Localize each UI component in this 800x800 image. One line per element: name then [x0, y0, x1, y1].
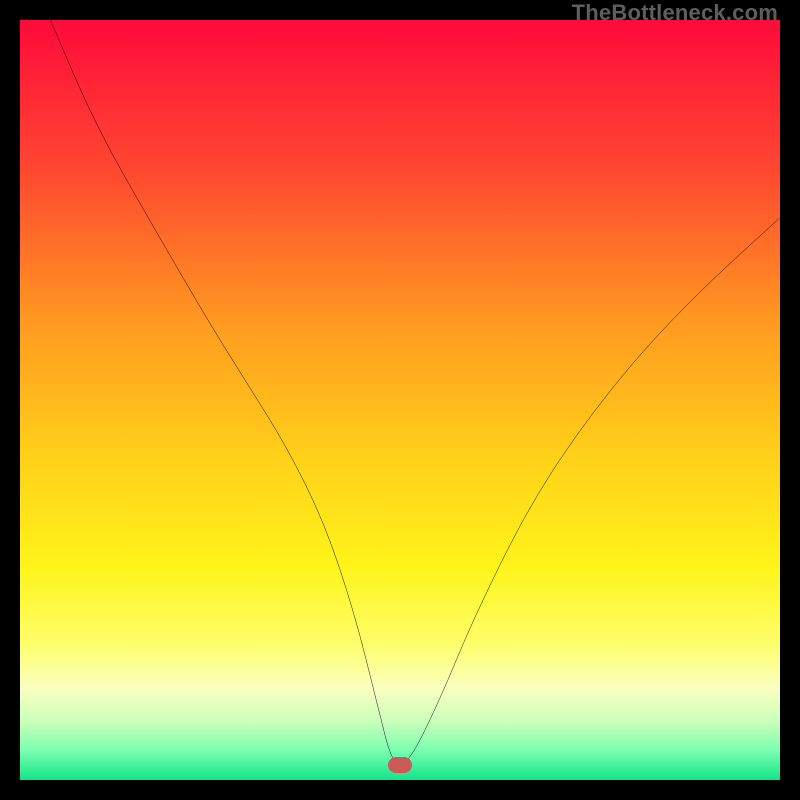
- optimal-point-marker: [388, 757, 412, 773]
- bottleneck-curve: [20, 20, 780, 780]
- chart-frame: TheBottleneck.com: [0, 0, 800, 800]
- watermark-label: TheBottleneck.com: [572, 0, 778, 26]
- plot-area: [20, 20, 780, 780]
